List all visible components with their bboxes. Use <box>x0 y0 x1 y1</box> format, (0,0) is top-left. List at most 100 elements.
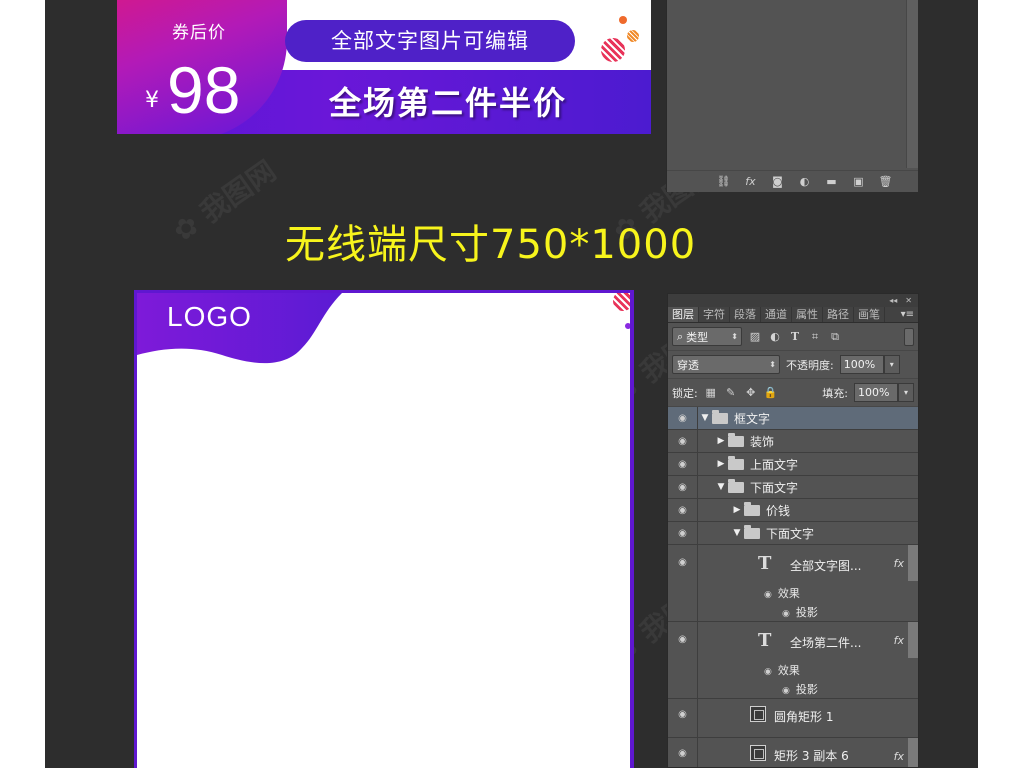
canvas: ✿ 我图网 ✿ 我图网 ✿ 我图网 ✿ 我图网 ✿ 我图网 ✿ 我图网 券后价 … <box>45 0 978 768</box>
visibility-eye-icon[interactable]: ◉ <box>668 738 698 767</box>
fill-input[interactable]: 100% <box>854 383 898 402</box>
image-filter-icon[interactable]: ▨ <box>748 330 762 343</box>
drop-shadow-label: 投影 <box>795 683 818 696</box>
drop-shadow-row[interactable]: ◉ 投影 <box>782 681 818 697</box>
layer-rounded-rect[interactable]: ◉ 圆角矩形 1 <box>668 699 918 738</box>
lock-move-icon[interactable]: ✥ <box>744 386 758 399</box>
opacity-control: 100% ▾ <box>839 355 900 374</box>
collapse-triangle-icon[interactable]: ▶ <box>716 459 726 469</box>
visibility-eye-icon[interactable]: ◉ <box>668 430 698 452</box>
filter-toggle[interactable] <box>904 327 914 346</box>
layer-rect-copy[interactable]: ◉ 矩形 3 副本 6 fx <box>668 738 918 767</box>
adjustment-icon[interactable]: ◐ <box>798 175 811 188</box>
search-icon: ⌕ <box>677 329 684 343</box>
fx-icon[interactable]: fx <box>744 175 757 188</box>
fx-badge[interactable]: fx <box>894 750 904 763</box>
tab-properties[interactable]: 属性 <box>792 307 823 322</box>
tab-paths[interactable]: 路径 <box>823 307 854 322</box>
visibility-eye-icon[interactable]: ◉ <box>668 407 698 429</box>
visibility-eye-icon[interactable]: ◉ <box>764 667 772 677</box>
chevron-updown-icon: ⬍ <box>769 360 776 369</box>
scrollbar[interactable] <box>908 738 918 767</box>
decor-ball-striped <box>613 293 630 311</box>
layer-group-decor[interactable]: ◉ ▶ 装饰 <box>668 430 918 453</box>
opacity-input[interactable]: 100% <box>839 355 884 374</box>
folder-icon <box>744 501 760 516</box>
folder-icon[interactable]: ▬ <box>825 175 838 188</box>
collapse-triangle-icon[interactable]: ▶ <box>732 505 742 515</box>
expand-triangle-icon[interactable]: ▼ <box>732 528 742 538</box>
folder-icon <box>712 409 728 424</box>
layer-name: 矩形 3 副本 6 <box>774 749 849 763</box>
layer-group-lower-text-inner[interactable]: ◉ ▼ 下面文字 <box>668 522 918 545</box>
tab-channels[interactable]: 通道 <box>761 307 792 322</box>
decor-ball-orange <box>627 30 639 42</box>
shape-filter-icon[interactable]: ⌗ <box>808 330 822 344</box>
layer-text-all-editable[interactable]: ◉ T 全部文字图... fx ◉ 效果 ◉ 投影 <box>668 545 918 622</box>
chevron-down-icon[interactable]: ▾ <box>883 355 900 374</box>
mobile-frame: LOGO <box>134 290 634 768</box>
layer-group-lower-text[interactable]: ◉ ▼ 下面文字 <box>668 476 918 499</box>
visibility-eye-icon[interactable]: ◉ <box>668 499 698 521</box>
tab-brush[interactable]: 画笔 <box>854 307 885 322</box>
close-icon[interactable]: ✕ <box>905 296 912 305</box>
new-layer-icon[interactable]: ▣ <box>852 175 865 188</box>
chevron-down-icon[interactable]: ▾ <box>898 383 914 402</box>
layer-group-upper-text[interactable]: ◉ ▶ 上面文字 <box>668 453 918 476</box>
visibility-eye-icon[interactable]: ◉ <box>782 609 790 619</box>
tab-character[interactable]: 字符 <box>699 307 730 322</box>
layer-group-frame-text[interactable]: ◉ ▼ 框文字 <box>668 407 918 430</box>
layer-name: 框文字 <box>734 411 771 426</box>
lock-paint-icon[interactable]: ✎ <box>724 386 738 399</box>
visibility-eye-icon[interactable]: ◉ <box>668 453 698 475</box>
lock-all-icon[interactable]: 🔒 <box>764 386 778 399</box>
visibility-eye-icon[interactable]: ◉ <box>668 522 698 544</box>
layer-name: 上面文字 <box>750 457 799 472</box>
scrollbar[interactable] <box>908 545 918 581</box>
panel-menu-icon[interactable]: ▾≡ <box>901 307 918 322</box>
expand-triangle-icon[interactable]: ▼ <box>700 413 710 423</box>
layers-panel-top: ⛓ fx ◙ ◐ ▬ ▣ 🗑 <box>666 0 918 192</box>
promo-banner: 券后价 ¥ 98 全部文字图片可编辑 全场第二件半价 <box>117 0 651 134</box>
scrollbar[interactable] <box>906 0 918 168</box>
visibility-eye-icon[interactable]: ◉ <box>764 590 772 600</box>
layers-list: ◉ ▼ 框文字 ◉ ▶ 装饰 ◉ ▶ 上面文字 ◉ ▼ 下面文字 ◉ ▶ 价钱 … <box>668 407 918 767</box>
layer-text-second-half-price[interactable]: ◉ T 全场第二件... fx ◉ 效果 ◉ 投影 <box>668 622 918 699</box>
fx-badge[interactable]: fx <box>894 634 904 647</box>
collapse-triangle-icon[interactable]: ▶ <box>716 436 726 446</box>
layer-name: 圆角矩形 1 <box>774 710 834 724</box>
mask-icon[interactable]: ◙ <box>771 175 784 188</box>
price-currency: ¥ <box>145 88 159 113</box>
scrollbar[interactable] <box>908 622 918 658</box>
price-value: 98 <box>167 53 241 127</box>
blend-mode-value: 穿透 <box>677 358 699 372</box>
collapse-icon[interactable]: ◂◂ <box>889 296 897 305</box>
visibility-eye-icon[interactable]: ◉ <box>668 476 698 498</box>
layer-name: 全部文字图... <box>790 559 862 573</box>
visibility-eye-icon[interactable]: ◉ <box>668 699 698 737</box>
visibility-eye-icon[interactable]: ◉ <box>782 686 790 696</box>
fill-control: 100% ▾ <box>854 383 914 402</box>
fx-badge[interactable]: fx <box>894 557 904 570</box>
layer-group-price[interactable]: ◉ ▶ 价钱 <box>668 499 918 522</box>
coupon-label: 券后价 <box>172 23 226 43</box>
trash-icon[interactable]: 🗑 <box>879 175 893 188</box>
tab-layers[interactable]: 图层 <box>668 307 699 322</box>
smartobject-filter-icon[interactable]: ⧉ <box>828 330 842 344</box>
tab-paragraph[interactable]: 段落 <box>730 307 761 322</box>
effects-row[interactable]: ◉ 效果 <box>764 585 800 601</box>
link-icon[interactable]: ⛓ <box>717 175 731 188</box>
effects-row[interactable]: ◉ 效果 <box>764 662 800 678</box>
lock-transparency-icon[interactable]: ▦ <box>704 386 718 399</box>
banner-main-text: 全场第二件半价 <box>329 84 568 122</box>
adjustment-filter-icon[interactable]: ◐ <box>768 330 782 343</box>
drop-shadow-row[interactable]: ◉ 投影 <box>782 604 818 620</box>
type-filter-icon[interactable]: T <box>788 330 802 343</box>
filter-select[interactable]: ⌕ 类型 ⬍ <box>672 327 742 346</box>
visibility-eye-icon[interactable]: ◉ <box>668 622 698 698</box>
expand-triangle-icon[interactable]: ▼ <box>716 482 726 492</box>
blend-mode-select[interactable]: 穿透 ⬍ <box>672 355 780 374</box>
logo-text: LOGO <box>167 301 252 332</box>
decor-dot <box>625 323 630 329</box>
visibility-eye-icon[interactable]: ◉ <box>668 545 698 621</box>
